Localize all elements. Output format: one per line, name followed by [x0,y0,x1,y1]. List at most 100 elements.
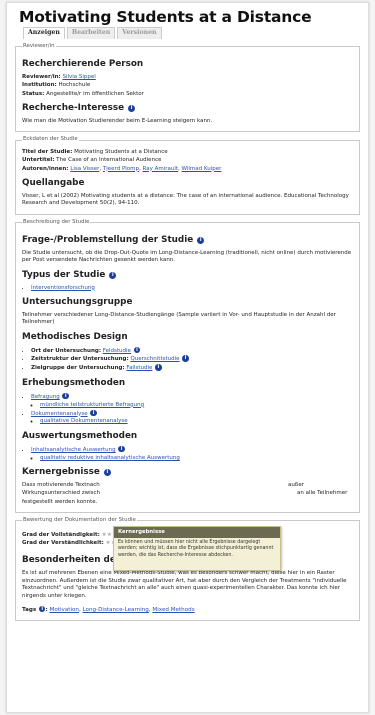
tab-anzeigen[interactable]: Anzeigen [23,27,65,39]
eckdaten-legend: Eckdaten der Studie [23,136,78,143]
design-link[interactable]: Querschnittstudie [130,356,179,362]
list-item: Ort der Untersuchung: Feldstudie i [31,346,353,355]
reviewer-row: Reviewer/in: Silvia Sippel [22,74,353,81]
tag-link[interactable]: Motivation [50,607,79,613]
design-list: Ort der Untersuchung: Feldstudie i Zeits… [31,346,353,373]
auswertung-heading: Auswertungsmethoden [22,430,138,441]
info-icon[interactable]: i [90,409,97,417]
tags-row: Tags i: Motivation, Long-Distance-Learni… [22,605,195,613]
author-link[interactable]: Ray Amirault [143,166,179,172]
kern-text: Dass motivierende Textnach außer Wirkungs… [22,482,353,506]
quelle-heading: Quellangabe [22,177,85,188]
quelle-text: Visser, L et al (2002) Motivating studen… [22,192,349,207]
auswertung-link[interactable]: Inhaltsanalytische Auswertung [31,447,116,453]
typus-heading-text: Typus der Studie [22,269,106,280]
tag-link[interactable]: Mixed Methods [152,607,194,613]
kern-line: Dass motivierende Textnach außer [22,482,353,489]
typus-heading: Typus der Studie i [22,270,353,282]
verst-label: Grad der Verständlichkeit: [22,539,104,546]
reviewer-legend: Reviewer/in [23,42,55,49]
reviewer-section: Reviewer/in Recherchierende Person Revie… [15,42,360,133]
info-icon[interactable]: i [197,236,205,244]
kern-text-part: an alle Teilnehmer [297,490,348,497]
info-icon[interactable]: i [155,364,162,371]
erhebung-heading: Erhebungsmethoden [22,377,126,388]
study-title-row: Titel der Studie: Motivating Students at… [22,149,353,156]
authors-label: Autoren/innen: [22,165,69,172]
typus-list: Interventionsforschung [31,285,353,292]
info-tooltip: Kernergebnisse Es können und müssen hier… [113,526,281,571]
auswertung-list: Inhaltsanalytische Auswertung i qualitat… [31,445,353,462]
info-icon[interactable]: i [128,105,136,113]
design-label: Zielgruppe der Untersuchung: [31,365,125,372]
design-label: Ort der Untersuchung: [31,347,102,354]
status-value: Angestellte/r im öffentlichen Sektor [46,90,144,97]
eckdaten-section: Eckdaten der Studie Titel der Studie: Mo… [15,136,360,215]
design-label: Zeitstruktur der Untersuchung: [31,356,129,363]
erhebung-sub-link[interactable]: mündliche teilstrukturierte Befragung [40,402,144,408]
design-link[interactable]: Fallstudie [126,365,152,371]
info-icon[interactable]: i [133,346,141,354]
list-item: Dokumentenanalyse i qualitative Dokument… [31,409,353,426]
list-item: Inhaltsanalytische Auswertung i qualitat… [31,445,353,462]
info-icon[interactable]: i [109,271,117,279]
author-link[interactable]: Tjeerd Plomp [103,166,139,172]
tags-label: Tags [22,606,37,613]
tab-bar: Anzeigen Bearbeiten Versionen [23,27,360,39]
list-item: Interventionsforschung [31,285,353,292]
study-subtitle-row: Untertitel: The Case of an International… [22,157,353,164]
info-icon[interactable]: i [182,355,189,362]
institution-value: Hochschule [58,82,91,89]
list-item: Zielgruppe der Untersuchung: Fallstudie … [31,364,353,372]
interest-heading: Recherche-Interesse i [22,103,353,115]
erhebung-sub-link[interactable]: qualitative Dokumentenanalyse [40,418,128,424]
voll-label: Grad der Vollständigkeit: [22,531,100,538]
list-item: Zeitstruktur der Untersuchung: Querschni… [31,355,353,363]
kern-text-part: Wirkungsunterschied zwisch [22,490,101,497]
tab-bearbeiten[interactable]: Bearbeiten [66,27,116,39]
design-heading: Methodisches Design [22,331,128,342]
info-icon[interactable]: i [103,469,111,477]
list-item: qualitative Dokumentenanalyse [40,418,353,425]
bewertung-legend: Bewertung der Dokumentation der Studie [23,517,136,524]
institution-label: Institution: [22,82,57,89]
status-label: Status: [22,90,45,97]
gruppe-heading: Untersuchungsgruppe [22,296,133,307]
kern-heading: Kernergebnisse i [22,467,353,479]
tab-versionen[interactable]: Versionen [117,27,162,39]
erhebung-link[interactable]: Dokumentenanalyse [31,411,88,417]
list-item: mündliche teilstrukturierte Befragung [40,402,353,409]
page-title: Motivating Students at a Distance [19,8,312,26]
auswertung-sub-link[interactable]: qualitativ reduktive inhaltsanalytische … [40,455,180,461]
study-subtitle-value: The Case of an International Audience [56,157,162,164]
study-title-value: Motivating Students at a Distance [74,148,168,155]
study-subtitle-label: Untertitel: [22,157,55,164]
page-container: Motivating Students at a Distance Anzeig… [6,2,369,713]
author-link[interactable]: Lisa Visser [70,166,99,172]
status-row: Status: Angestellte/r im öffentlichen Se… [22,91,353,98]
design-link[interactable]: Feldstudie [103,348,131,354]
frage-heading: Frage-/Problemstellung der Studie i [22,235,353,247]
typus-link[interactable]: Interventionsforschung [31,285,95,291]
gruppe-text: Teilnehmer verschiedener Long-Distance-S… [22,311,336,326]
beschreibung-section: Beschreibung der Studie Frage-/Problemst… [15,218,360,514]
author-link[interactable]: Wilmad Kuiper [182,166,222,172]
kern-line: festgestellt werden konnte. [22,499,353,506]
info-icon[interactable]: i [118,445,125,453]
erhebung-link[interactable]: Befragung [31,394,60,400]
kern-text-part: außer [288,481,304,488]
tag-link[interactable]: Long-Distance-Learning [83,607,149,613]
tooltip-title: Kernergebnisse [114,527,280,539]
erhebung-list: Befragung i mündliche teilstrukturierte … [31,392,353,426]
study-title-label: Titel der Studie: [22,148,73,155]
beschreibung-legend: Beschreibung der Studie [23,218,90,225]
interest-heading-text: Recherche-Interesse [22,103,125,114]
reviewer-link[interactable]: Silvia Sippel [62,74,95,80]
info-icon[interactable]: i [62,392,69,400]
institution-row: Institution: Hochschule [22,82,353,89]
kern-heading-text: Kernergebnisse [22,467,100,478]
kern-line: Wirkungsunterschied zwisch an alle Teilne… [22,490,353,497]
erhebung-sublist: mündliche teilstrukturierte Befragung [40,402,353,409]
interest-text: Wie man die Motivation Studierender beim… [22,117,213,124]
reviewer-label: Reviewer/in: [22,73,61,80]
